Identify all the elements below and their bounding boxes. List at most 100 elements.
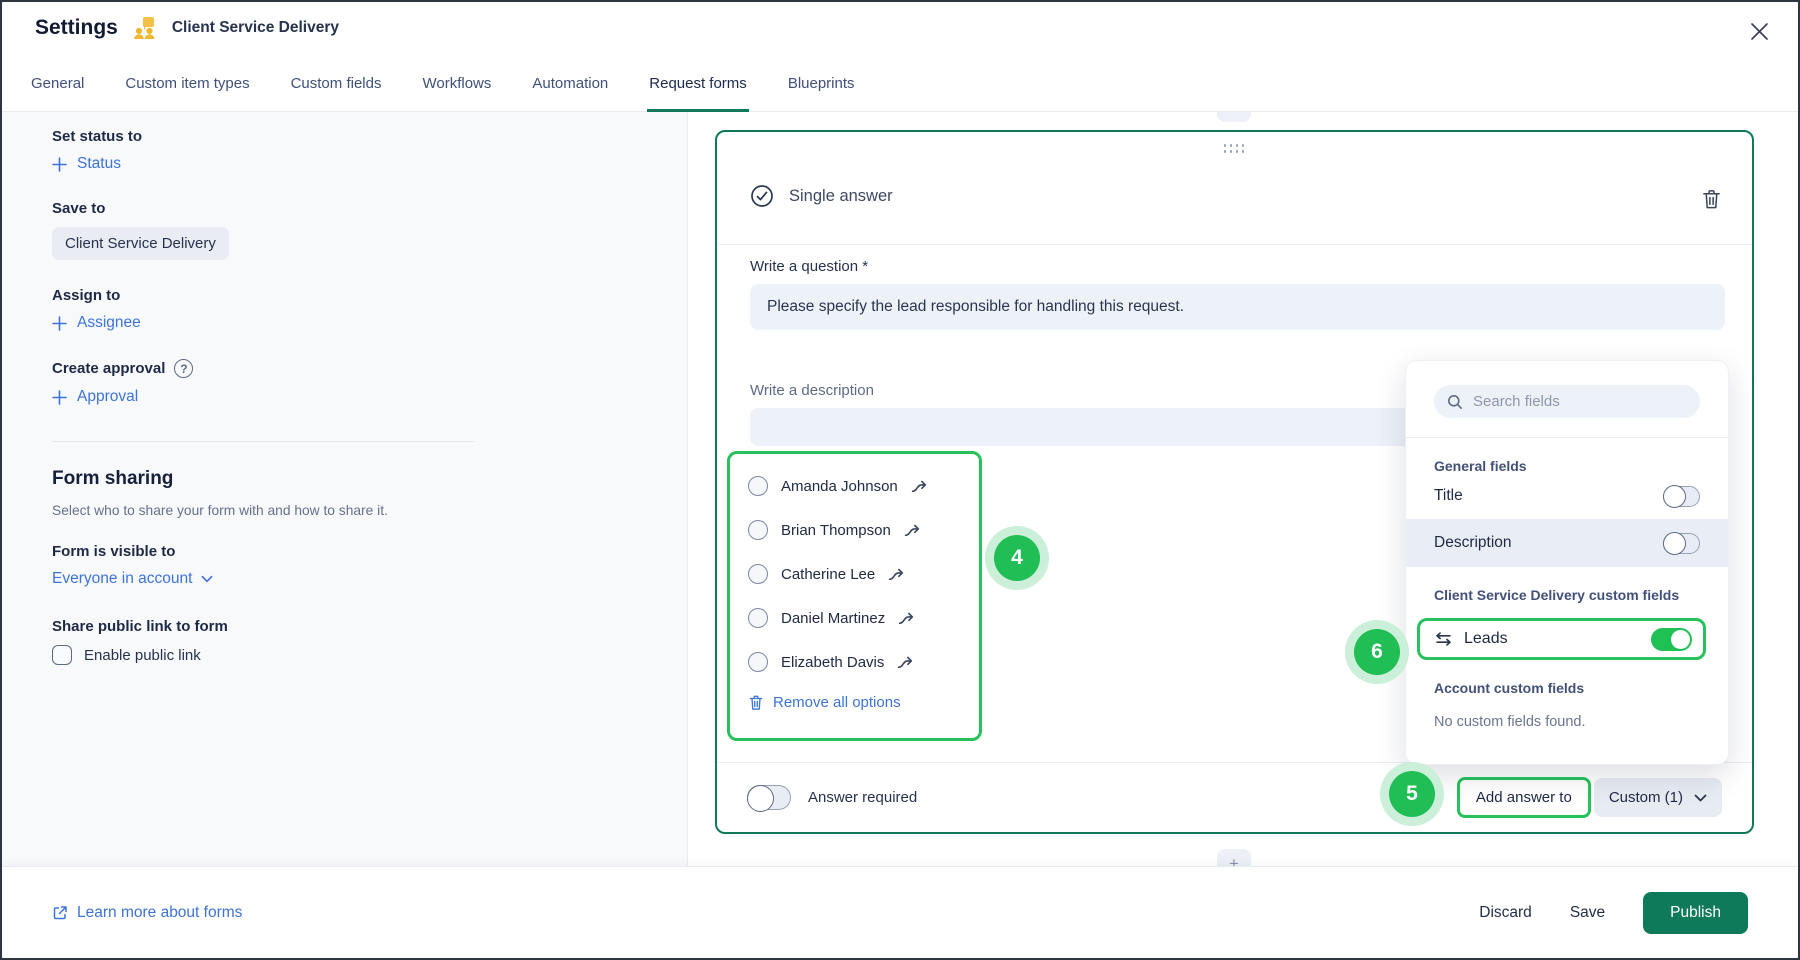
step-badge-5-number: 5 <box>1389 771 1435 817</box>
leads-field-toggle[interactable] <box>1651 628 1692 651</box>
answer-destination-controls: Add answer to Custom (1) <box>1457 777 1722 818</box>
branch-icon[interactable] <box>904 523 921 538</box>
question-type: Single answer <box>750 184 893 208</box>
remove-all-options-label: Remove all options <box>773 694 901 711</box>
tab-general[interactable]: General <box>29 75 86 112</box>
tab-workflows[interactable]: Workflows <box>420 75 493 112</box>
branch-icon[interactable] <box>898 611 915 626</box>
option-name[interactable]: Daniel Martinez <box>781 610 885 627</box>
remove-all-options-button[interactable]: Remove all options <box>748 694 961 711</box>
custom-field-dropdown-label: Custom (1) <box>1609 789 1683 806</box>
question-label: Write a question * <box>750 258 868 275</box>
add-answer-to-button[interactable]: Add answer to <box>1457 777 1591 818</box>
add-status-label: Status <box>77 155 121 173</box>
answer-required-control: Answer required <box>747 785 917 810</box>
single-answer-icon <box>750 184 774 208</box>
general-fields-section-label: General fields <box>1434 456 1700 477</box>
create-approval-text: Create approval <box>52 360 165 377</box>
account-custom-fields-section-label: Account custom fields <box>1434 678 1700 699</box>
settings-modal: Single answer Write a question * Write a… <box>0 0 1800 960</box>
form-visible-label: Form is visible to <box>52 543 637 560</box>
sidebar-divider <box>52 441 475 442</box>
enable-public-link-control: Enable public link <box>52 645 637 665</box>
tab-automation[interactable]: Automation <box>530 75 610 112</box>
radio-icon[interactable] <box>748 476 768 496</box>
radio-icon[interactable] <box>748 520 768 540</box>
branch-icon[interactable] <box>888 567 905 582</box>
trash-icon <box>748 694 764 711</box>
discard-button[interactable]: Discard <box>1479 904 1532 922</box>
learn-more-link[interactable]: Learn more about forms <box>52 904 242 922</box>
description-field-toggle[interactable] <box>1663 533 1700 554</box>
option-row: Elizabeth Davis <box>748 640 961 684</box>
option-row: Daniel Martinez <box>748 596 961 640</box>
tab-custom-item-types[interactable]: Custom item types <box>123 75 251 112</box>
delete-question-icon[interactable] <box>1701 188 1722 210</box>
add-answer-fields-popup: General fields Title Description Client … <box>1405 360 1729 765</box>
enable-public-link-checkbox[interactable] <box>52 645 72 665</box>
page-title: Settings <box>35 16 118 40</box>
radio-icon[interactable] <box>748 608 768 628</box>
search-icon <box>1447 394 1463 410</box>
field-row-title-label: Title <box>1434 487 1463 505</box>
enable-public-link-label: Enable public link <box>84 647 201 664</box>
radio-icon[interactable] <box>748 652 768 672</box>
option-row: Amanda Johnson <box>748 464 961 508</box>
settings-tabs: General Custom item types Custom fields … <box>29 75 857 112</box>
option-name[interactable]: Elizabeth Davis <box>781 654 884 671</box>
form-visibility-dropdown[interactable]: Everyone in account <box>52 570 213 588</box>
bar-actions: Discard Save Publish <box>1479 892 1748 934</box>
answer-required-toggle[interactable] <box>747 785 791 810</box>
exchange-arrows-icon <box>1435 632 1452 646</box>
assign-to-label: Assign to <box>52 287 637 304</box>
form-settings-sidebar: Set status to Status Save to Client Serv… <box>2 112 688 866</box>
tab-blueprints[interactable]: Blueprints <box>786 75 857 112</box>
step-badge-6: 6 <box>1345 620 1409 684</box>
question-type-label: Single answer <box>789 187 893 206</box>
step-badge-4: 4 <box>985 526 1049 590</box>
step-badge-5: 5 <box>1380 762 1444 826</box>
option-row: Brian Thompson <box>748 508 961 552</box>
bottom-action-bar: Learn more about forms Discard Save Publ… <box>2 866 1798 958</box>
step-badge-4-number: 4 <box>994 535 1040 581</box>
drag-handle-icon[interactable] <box>1224 144 1246 154</box>
form-visibility-value: Everyone in account <box>52 570 192 588</box>
modal-header: Settings Client Service Delivery General… <box>2 2 1798 112</box>
tab-request-forms[interactable]: Request forms <box>647 75 749 112</box>
save-to-chip: Client Service Delivery <box>52 227 229 260</box>
branch-icon[interactable] <box>911 479 928 494</box>
add-approval-button[interactable]: Approval <box>52 388 138 406</box>
add-assignee-button[interactable]: Assignee <box>52 314 141 332</box>
option-row: Catherine Lee <box>748 552 961 596</box>
option-name[interactable]: Amanda Johnson <box>781 478 898 495</box>
question-input[interactable] <box>750 284 1725 330</box>
close-icon[interactable] <box>1744 16 1774 46</box>
add-status-button[interactable]: Status <box>52 155 121 173</box>
publish-button[interactable]: Publish <box>1643 892 1748 934</box>
plus-icon <box>52 390 67 405</box>
tab-custom-fields[interactable]: Custom fields <box>289 75 384 112</box>
help-icon[interactable]: ? <box>174 359 193 378</box>
option-name[interactable]: Brian Thompson <box>781 522 891 539</box>
field-row-description-label: Description <box>1434 534 1512 552</box>
search-fields-box[interactable] <box>1434 385 1700 418</box>
add-assignee-label: Assignee <box>77 314 141 332</box>
project-name: Client Service Delivery <box>172 19 339 37</box>
add-approval-label: Approval <box>77 388 138 406</box>
save-to-label: Save to <box>52 200 637 217</box>
plus-icon <box>52 157 67 172</box>
search-fields-input[interactable] <box>1473 393 1687 410</box>
step-badge-6-number: 6 <box>1354 629 1400 675</box>
branch-icon[interactable] <box>897 655 914 670</box>
title-field-toggle[interactable] <box>1663 486 1700 507</box>
chevron-down-icon <box>1694 794 1707 802</box>
set-status-label: Set status to <box>52 128 637 145</box>
custom-field-dropdown[interactable]: Custom (1) <box>1594 778 1722 817</box>
save-button[interactable]: Save <box>1570 904 1605 922</box>
leads-field-label: Leads <box>1464 630 1508 648</box>
option-name[interactable]: Catherine Lee <box>781 566 875 583</box>
field-row-title: Title <box>1406 477 1728 515</box>
form-sharing-title: Form sharing <box>52 468 637 490</box>
radio-icon[interactable] <box>748 564 768 584</box>
csd-custom-fields-section-label: Client Service Delivery custom fields <box>1434 585 1700 606</box>
